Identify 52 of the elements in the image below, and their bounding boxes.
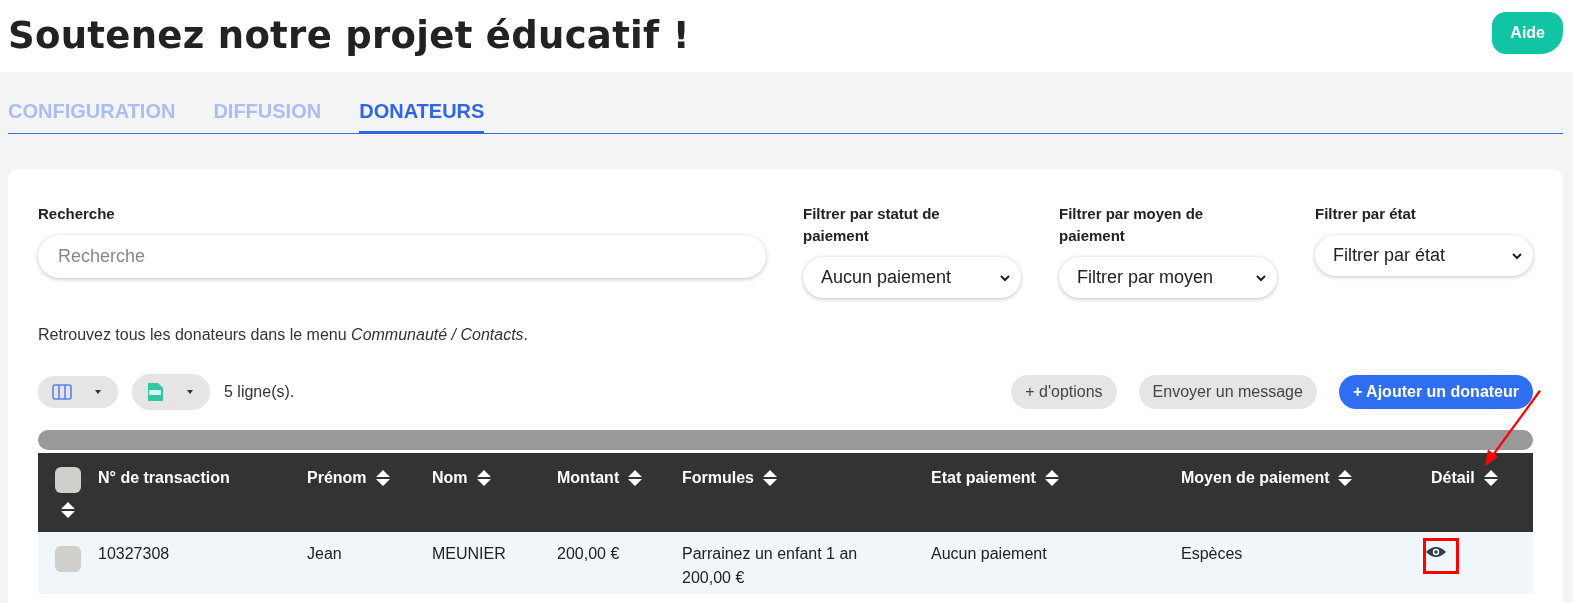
view-button[interactable] [1423,538,1459,574]
caret-icon [186,389,194,395]
table-cell-text: Espèces [1181,544,1244,564]
sort-icon[interactable] [627,469,644,487]
eye-icon [1426,546,1446,558]
table-cell-text: MEUNIER [432,544,507,564]
column-header[interactable]: Formules [682,467,754,487]
sort-icon[interactable] [60,501,76,519]
info-text: Retrouvez tous les donateurs dans le menu Communauté / Contacts. [38,326,530,344]
action-button[interactable]: + d'options [1011,375,1117,409]
checkbox[interactable] [55,546,81,572]
field-label: Recherche [38,204,116,224]
table-cell-text: Parrainez un enfant 1 an 200,00 € [682,544,859,588]
row-count: 5 ligne(s). [224,383,295,401]
spreadsheet-file-icon [146,382,164,402]
table-cell-text: 10327308 [98,544,171,564]
field-label: Filtrer par statut de paiement [803,204,941,246]
field-label: Filtrer par moyen de paiement [1059,204,1205,246]
dropdown[interactable]: Aucun paiement [803,257,1021,298]
chevron-down-icon [999,273,1011,282]
action-button[interactable]: Envoyer un message [1138,375,1317,409]
column-header[interactable]: Montant [557,467,620,487]
tab[interactable]: DONATEURS [359,96,485,134]
add-button[interactable]: + Ajouter un donateur [1338,375,1533,409]
sort-icon[interactable] [1043,469,1060,487]
sort-icon[interactable] [374,469,391,487]
dropdown[interactable]: Filtrer par moyen [1059,257,1277,298]
column-header[interactable]: N° de transaction [98,467,230,487]
table-cell-text: Jean [307,544,343,564]
page-title: Soutenez notre projet éducatif ! [8,14,690,57]
sort-icon[interactable] [762,469,778,487]
column-header[interactable]: Etat paiement [931,467,1036,487]
table-row[interactable]: 10327308 Jean MEUNIER 200,00 € Parrainez un enfant 1 an 200,00 € Aucun paiement Espèces [38,532,1533,594]
columns-icon [52,384,72,400]
column-header[interactable]: Prénom [307,467,367,487]
chevron-down-icon [1255,273,1267,282]
dropdown[interactable]: Filtrer par état [1315,235,1533,276]
table-cell-text: 200,00 € [557,544,621,564]
scrollbar[interactable] [38,430,1533,450]
column-header[interactable]: Détail [1431,467,1475,487]
columns-button[interactable] [38,376,118,408]
table-cell-text: Aucun paiement [931,544,1048,564]
column-header[interactable]: Nom [432,467,468,487]
search-field[interactable]: Recherche [38,235,766,278]
column-header[interactable]: Moyen de paiement [1181,467,1330,487]
checkbox[interactable] [55,467,81,493]
chevron-down-icon [1511,251,1523,260]
sort-icon[interactable] [1482,469,1499,487]
caret-icon [94,389,102,395]
field-label: Filtrer par état [1315,204,1417,224]
sort-icon[interactable] [1337,469,1354,487]
sort-icon[interactable] [475,469,492,487]
